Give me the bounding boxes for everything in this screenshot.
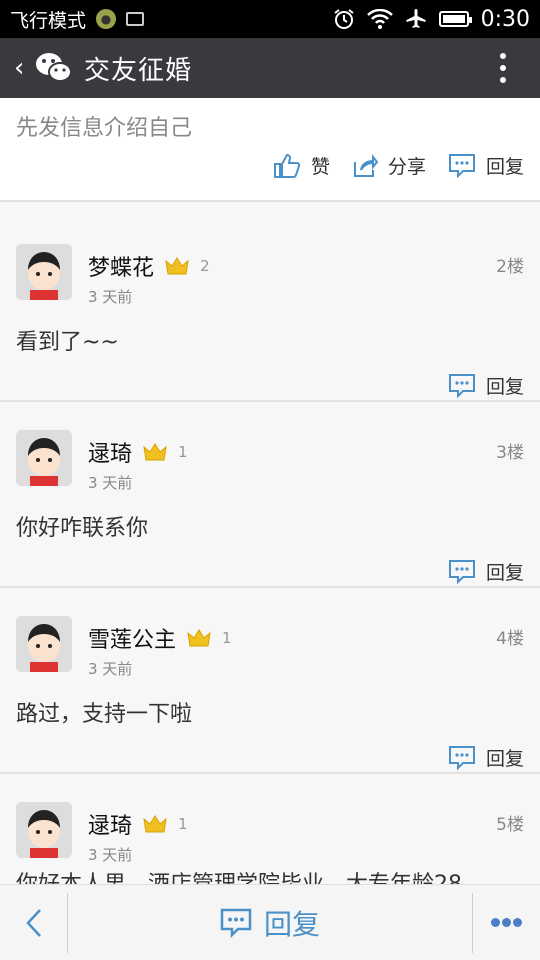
share-button[interactable]: 分享	[352, 152, 426, 179]
airplane-mode-label: 飞行模式	[10, 9, 87, 32]
floor-number: 5楼	[496, 815, 524, 835]
user-name[interactable]: 逯琦	[88, 808, 132, 840]
alarm-icon	[333, 9, 354, 29]
floor-number: 4楼	[496, 629, 524, 649]
crown-icon	[187, 629, 211, 647]
comment-icon	[448, 745, 475, 770]
avatar[interactable]	[16, 244, 72, 300]
reply-button[interactable]: 回复	[448, 152, 524, 179]
avatar[interactable]	[16, 430, 72, 486]
user-name[interactable]: 雪莲公主	[88, 622, 176, 654]
battery-icon	[438, 11, 472, 27]
reply-label: 回复	[485, 748, 524, 770]
reply-label: 回复	[485, 376, 524, 398]
share-label: 分享	[387, 156, 426, 178]
user-level: 1	[178, 443, 188, 461]
post-time: 3 天前	[88, 288, 133, 306]
wifi-icon	[366, 9, 393, 29]
reply-button[interactable]: 回复	[448, 372, 524, 399]
back-chevron-icon[interactable]: ‹	[14, 53, 28, 83]
thumbs-up-icon	[273, 153, 301, 178]
floor-number: 3楼	[496, 443, 524, 463]
original-post-text: 先发信息介绍自己	[16, 116, 193, 141]
airplane-icon	[406, 9, 426, 28]
back-button[interactable]	[0, 892, 68, 953]
more-options-icon[interactable]	[472, 892, 540, 953]
reply-post: 梦蝶花 2 3 天前 2楼 看到了~~ 回复	[0, 216, 540, 402]
user-level: 1	[222, 629, 232, 647]
reply-button[interactable]: 回复	[448, 558, 524, 585]
original-post-card: 先发信息介绍自己 赞 分享 回复	[0, 98, 540, 202]
post-content: 路过，支持一下啦	[16, 702, 193, 727]
reply-label: 回复	[263, 907, 320, 941]
reply-label: 回复	[485, 156, 524, 178]
like-label: 赞	[310, 156, 330, 178]
more-menu-icon[interactable]	[500, 53, 506, 83]
like-button[interactable]: 赞	[273, 152, 330, 179]
user-name-row: 逯琦 1	[88, 436, 188, 468]
status-bar: 飞行模式 ● 0:30	[0, 0, 540, 38]
user-name-row: 雪莲公主 1	[88, 622, 232, 654]
bottom-bar: 回复	[0, 884, 540, 960]
page-title: 交友征婚	[84, 55, 193, 86]
user-level: 1	[178, 815, 188, 833]
clock: 0:30	[480, 6, 530, 32]
reply-post: 逯琦 1 3 天前 3楼 你好咋联系你 回复	[0, 402, 540, 588]
comment-icon	[448, 373, 475, 398]
reply-button[interactable]: 回复	[68, 903, 472, 943]
post-content: 你好咋联系你	[16, 516, 149, 541]
back-chevron-icon	[25, 908, 41, 937]
share-icon	[353, 153, 378, 177]
post-actions: 赞 分享 回复	[273, 152, 524, 179]
floor-number: 2楼	[496, 257, 524, 277]
comment-icon	[448, 153, 475, 178]
crown-icon	[165, 257, 189, 275]
comment-icon	[448, 559, 475, 584]
avatar[interactable]	[16, 616, 72, 672]
reply-label: 回复	[485, 562, 524, 584]
post-time: 3 天前	[88, 474, 133, 492]
user-name[interactable]: 梦蝶花	[88, 250, 154, 282]
comment-icon	[220, 908, 252, 938]
wechat-logo-icon[interactable]	[34, 50, 74, 86]
image-notification-icon	[126, 12, 145, 26]
reply-post: 雪莲公主 1 3 天前 4楼 路过，支持一下啦 回复	[0, 588, 540, 774]
crown-icon	[143, 815, 167, 833]
reply-button[interactable]: 回复	[448, 744, 524, 771]
reply-post: 逯琦 1 3 天前 5楼 你好本人男，酒店管理学院毕业，大专年龄28	[0, 774, 540, 884]
post-content: 看到了~~	[16, 330, 119, 355]
title-bar: ‹ 交友征婚	[0, 38, 540, 98]
user-name-row: 梦蝶花 2	[88, 250, 210, 282]
user-name[interactable]: 逯琦	[88, 436, 132, 468]
user-level: 2	[200, 257, 210, 275]
user-name-row: 逯琦 1	[88, 808, 188, 840]
post-time: 3 天前	[88, 660, 133, 678]
app-notification-icon: ●	[96, 9, 117, 29]
crown-icon	[143, 443, 167, 461]
post-content: 你好本人男，酒店管理学院毕业，大专年龄28	[16, 866, 462, 884]
post-time: 3 天前	[88, 846, 133, 864]
avatar[interactable]	[16, 802, 72, 858]
